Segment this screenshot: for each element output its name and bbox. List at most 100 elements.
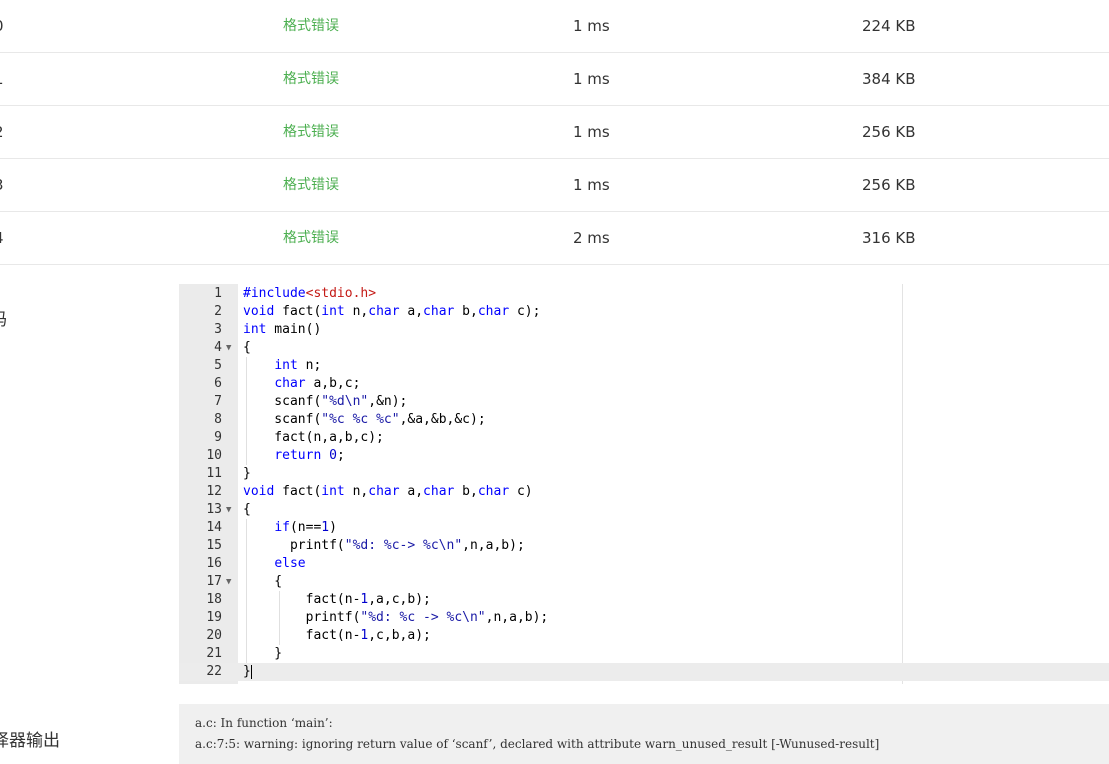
code-text: if(n==1) [274, 520, 337, 535]
line-number: 3 [214, 322, 222, 337]
test-case-id: 2 [0, 106, 4, 158]
test-time: 1 ms [573, 70, 610, 88]
fold-toggle-icon[interactable]: ▼ [226, 339, 231, 357]
test-case-id: 3 [0, 159, 4, 211]
test-case-id: 0 [0, 0, 4, 52]
code-line[interactable]: 16 else [179, 555, 1109, 573]
code-line[interactable]: 18 fact(n-1,a,c,b); [179, 591, 1109, 609]
code-section-label: 码 [0, 305, 7, 330]
code-line[interactable]: 19 printf("%d: %c -> %c\n",n,a,b); [179, 609, 1109, 627]
code-line[interactable]: 9 fact(n,a,b,c); [179, 429, 1109, 447]
code-line[interactable]: 20 fact(n-1,c,b,a); [179, 627, 1109, 645]
code-line[interactable]: 8 scanf("%c %c %c",&a,&b,&c); [179, 411, 1109, 429]
code-text: } [243, 646, 283, 661]
line-number: 5 [214, 358, 222, 373]
compiler-output-label: 译器输出 [0, 731, 60, 751]
code-text: fact(n,a,b,c); [243, 430, 384, 445]
table-row: 1 格式错误 1 ms 384 KB [0, 53, 1109, 106]
line-number: 13 [206, 502, 222, 517]
code-text: printf("%d: %c -> %c\n",n,a,b); [243, 610, 549, 625]
code-editor[interactable]: 1 #include<stdio.h> 2 void fact(int n,char … [179, 284, 1109, 684]
code-text: } [243, 466, 251, 481]
line-number: 8 [214, 412, 222, 427]
code-text: int main() [243, 322, 322, 337]
test-memory: 384 KB [862, 70, 916, 88]
line-number: 18 [206, 592, 222, 607]
code-line[interactable]: 15 printf("%d: %c-> %c\n",n,a,b); [179, 537, 1109, 555]
test-memory: 256 KB [862, 176, 916, 194]
test-case-id: 1 [0, 53, 4, 105]
test-time: 2 ms [573, 229, 610, 247]
line-number: 16 [206, 556, 222, 571]
code-line[interactable]: 7 scanf("%d\n",&n); [179, 393, 1109, 411]
code-text: char a,b,c; [274, 376, 361, 391]
test-case-id: 4 [0, 212, 4, 264]
code-text: fact(n-1,a,c,b); [243, 592, 431, 607]
code-line[interactable]: 2 void fact(int n,char a,char b,char c); [179, 303, 1109, 321]
code-line[interactable]: 5 int n; [179, 357, 1109, 375]
table-row: 3 格式错误 1 ms 256 KB [0, 159, 1109, 212]
table-row: 0 格式错误 1 ms 224 KB [0, 0, 1109, 53]
fold-toggle-icon[interactable]: ▼ [226, 501, 231, 519]
test-status: 格式错误 [283, 124, 339, 140]
compiler-output-panel: a.c: In function ‘main’: a.c:7:5: warning… [179, 704, 1109, 764]
code-line[interactable]: 14 if(n==1) [179, 519, 1109, 537]
code-line[interactable]: 11} [179, 465, 1109, 483]
test-status: 格式错误 [283, 230, 339, 246]
code-line[interactable]: 21 } [179, 645, 1109, 663]
test-memory: 316 KB [862, 229, 916, 247]
code-line[interactable]: 1 #include<stdio.h> [179, 285, 1109, 303]
code-text: #include<stdio.h> [243, 286, 377, 301]
code-text: else [274, 556, 306, 571]
line-number: 21 [206, 646, 222, 661]
line-number: 9 [214, 430, 222, 445]
code-text: { [243, 502, 251, 517]
code-text: } [243, 664, 252, 679]
test-status: 格式错误 [283, 71, 339, 87]
line-number: 20 [206, 628, 222, 643]
text-cursor [250, 664, 252, 679]
code-line[interactable]: 17 ▼ { [179, 573, 1109, 591]
code-text: void fact(int n,char a,char b,char c); [243, 304, 541, 319]
line-number: 12 [206, 484, 222, 499]
line-number: 14 [206, 520, 222, 535]
line-number: 10 [206, 448, 222, 463]
test-results-table: 0格式错误1 ms224 KB1格式错误1 ms384 KB2格式错误1 ms2… [0, 0, 1109, 265]
code-line[interactable]: 4 ▼ { [179, 339, 1109, 357]
line-number: 1 [214, 286, 222, 301]
code-text: { [243, 574, 283, 589]
test-time: 1 ms [573, 176, 610, 194]
code-line[interactable]: 10 return 0; [179, 447, 1109, 465]
code-text: return 0; [274, 448, 345, 463]
code-line[interactable]: 13 ▼ { [179, 501, 1109, 519]
table-row: 2 格式错误 1 ms 256 KB [0, 106, 1109, 159]
compiler-message: a.c:7:5: warning: ignoring return value … [195, 737, 880, 751]
code-text: { [243, 340, 251, 355]
line-number: 19 [206, 610, 222, 625]
fold-toggle-icon[interactable]: ▼ [226, 573, 231, 591]
code-text: int n; [274, 358, 322, 373]
code-line[interactable]: 22} [179, 663, 1109, 681]
line-number: 7 [214, 394, 222, 409]
line-number: 22 [206, 664, 222, 679]
line-number: 11 [206, 466, 222, 481]
code-line[interactable]: 12 void fact(int n,char a,char b,char c) [179, 483, 1109, 501]
test-time: 1 ms [573, 17, 610, 35]
test-status: 格式错误 [283, 18, 339, 34]
code-line[interactable]: 3 int main() [179, 321, 1109, 339]
line-number: 2 [214, 304, 222, 319]
test-status: 格式错误 [283, 177, 339, 193]
test-memory: 224 KB [862, 17, 916, 35]
table-row: 4 格式错误 2 ms 316 KB [0, 212, 1109, 265]
line-number: 4 [214, 340, 222, 355]
code-text: fact(n-1,c,b,a); [243, 628, 431, 643]
code-line[interactable]: 6 char a,b,c; [179, 375, 1109, 393]
code-text: void fact(int n,char a,char b,char c) [243, 484, 533, 499]
line-number: 15 [206, 538, 222, 553]
code-text: printf("%d: %c-> %c\n",n,a,b); [243, 538, 525, 553]
code-text: scanf("%d\n",&n); [243, 394, 408, 409]
line-number: 6 [214, 376, 222, 391]
test-memory: 256 KB [862, 123, 916, 141]
test-time: 1 ms [573, 123, 610, 141]
line-number: 17 [206, 574, 222, 589]
